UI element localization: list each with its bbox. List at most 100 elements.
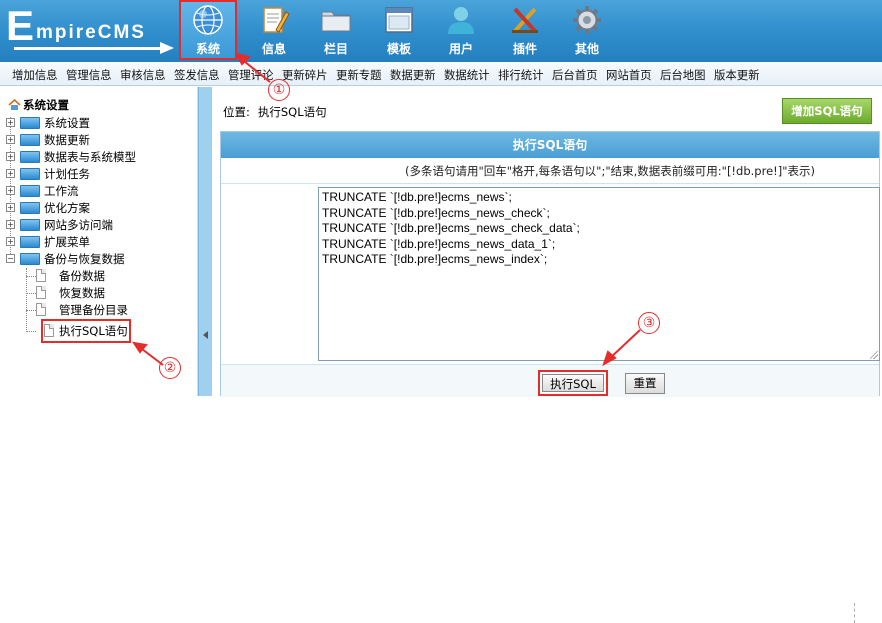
run-sql-button[interactable]: 执行SQL [538, 370, 608, 396]
sidebar-folder-label: 数据表与系统模型 [44, 150, 136, 164]
nav-label: 其他 [574, 42, 599, 56]
tree-line [26, 293, 36, 294]
document-icon [36, 269, 46, 282]
notepad-pencil-icon [263, 7, 290, 33]
sidebar-folder-label: 优化方案 [44, 201, 90, 215]
expand-icon[interactable]: + [6, 186, 15, 195]
window-template-icon [385, 7, 413, 33]
submenu-bar: 增加信息 管理信息 审核信息 签发信息 管理评论 更新碎片 更新专题 数据更新 … [0, 62, 882, 86]
sidebar-child-label: 恢复数据 [59, 286, 105, 300]
submenu-item[interactable]: 签发信息 [174, 67, 220, 83]
folder-icon [20, 151, 40, 163]
empirecms-logo[interactable]: E mpireCMS [6, 2, 176, 54]
resize-handle-icon[interactable] [870, 351, 878, 359]
submenu-item[interactable]: 网站首页 [606, 67, 652, 83]
submenu-item[interactable]: 后台首页 [552, 67, 598, 83]
submenu-item[interactable]: 数据统计 [444, 67, 490, 83]
step-marker-2: ② [159, 357, 181, 379]
nav-label: 栏目 [323, 42, 348, 56]
tree-line [26, 331, 36, 332]
expand-icon[interactable]: + [6, 118, 15, 127]
folder-icon [321, 11, 351, 32]
nav-label: 插件 [512, 42, 537, 56]
sql-line: TRUNCATE `[!db.pre!]ecms_news_check`; [322, 205, 550, 220]
expand-icon[interactable]: + [6, 135, 15, 144]
sidebar-folder-label: 数据更新 [44, 133, 90, 147]
sidebar-folder-label: 网站多访问端 [44, 218, 113, 232]
gear-icon [573, 6, 601, 34]
sidebar-folder-label: 备份与恢复数据 [44, 252, 125, 266]
folder-icon [20, 117, 40, 129]
submenu-item[interactable]: 更新专题 [336, 67, 382, 83]
submenu-item[interactable]: 数据更新 [390, 67, 436, 83]
step-marker-1: ① [268, 79, 290, 101]
submenu-item[interactable]: 更新碎片 [282, 67, 328, 83]
add-sql-button[interactable]: 增加SQL语句 [782, 98, 872, 124]
top-header: E mpireCMS 系统 信息 栏目 模板 用户 插件 其他 [0, 0, 882, 62]
sql-line: TRUNCATE `[!db.pre!]ecms_news`; [322, 190, 512, 204]
sql-line: TRUNCATE `[!db.pre!]ecms_news_index`; [322, 252, 548, 266]
folder-icon [20, 168, 40, 180]
submenu-item[interactable]: 版本更新 [714, 67, 760, 83]
logo-arrow-head [160, 42, 174, 54]
tree-line [26, 310, 36, 311]
step-marker-3: ③ [638, 312, 660, 334]
sidebar-folder-label: 工作流 [44, 184, 79, 198]
folder-icon [20, 134, 40, 146]
nav-template[interactable]: 模板 [370, 0, 428, 60]
folder-icon [20, 236, 40, 248]
folder-icon [20, 219, 40, 231]
tools-icon [512, 7, 538, 33]
submenu-item[interactable]: 排行统计 [498, 67, 544, 83]
sql-textarea[interactable]: TRUNCATE `[!db.pre!]ecms_news`; TRUNCATE … [318, 187, 880, 361]
logo-letter: E [6, 2, 35, 49]
document-icon [36, 303, 46, 316]
panel-note: (多条语句请用"回车"格开,每条语句以";"结束,数据表前缀可用:"[!db.p… [221, 158, 879, 184]
nav-user[interactable]: 用户 [432, 0, 490, 60]
folder-icon [20, 202, 40, 214]
submenu-item[interactable]: 审核信息 [120, 67, 166, 83]
sidebar-child-label: 备份数据 [59, 269, 105, 283]
panel-title: 执行SQL语句 [221, 132, 879, 158]
sidebar-root[interactable]: 系统设置 [8, 97, 69, 113]
panel-footer: 执行SQL 重置 [221, 364, 879, 623]
submenu-item[interactable]: 增加信息 [12, 67, 58, 83]
tree-line [26, 276, 36, 277]
submenu-item[interactable]: 管理信息 [66, 67, 112, 83]
panel-body: TRUNCATE `[!db.pre!]ecms_news`; TRUNCATE … [221, 184, 880, 364]
expand-icon[interactable]: + [6, 169, 15, 178]
breadcrumb: 位置: 执行SQL语句 [223, 104, 327, 120]
expand-icon[interactable]: + [6, 152, 15, 161]
sidebar-child-label: 管理备份目录 [59, 303, 128, 317]
nav-column[interactable]: 栏目 [307, 0, 365, 60]
nav-label: 信息 [261, 42, 286, 56]
sql-line: TRUNCATE `[!db.pre!]ecms_news_check_data… [322, 221, 580, 235]
divider [854, 603, 862, 623]
document-icon [36, 286, 46, 299]
submenu-item[interactable]: 管理评论 [228, 67, 274, 83]
collapse-arrow-icon[interactable] [203, 331, 208, 339]
nav-label: 系统 [195, 42, 220, 56]
user-icon [448, 7, 474, 34]
nav-info[interactable]: 信息 [245, 0, 303, 60]
expand-icon[interactable]: + [6, 203, 15, 212]
expand-icon[interactable]: + [6, 237, 15, 246]
nav-system[interactable]: 系统 [179, 0, 237, 60]
breadcrumb-label: 位置: [223, 105, 250, 119]
nav-plugin[interactable]: 插件 [496, 0, 554, 60]
submenu-item[interactable]: 后台地图 [660, 67, 706, 83]
folder-open-icon [20, 253, 40, 265]
sql-panel: 执行SQL语句 (多条语句请用"回车"格开,每条语句以";"结束,数据表前缀可用… [220, 131, 880, 623]
sidebar-folder-label: 计划任务 [44, 167, 90, 181]
reset-button[interactable]: 重置 [625, 373, 665, 394]
logo-text: mpireCMS [36, 22, 146, 43]
nav-label: 用户 [448, 42, 473, 56]
collapse-icon[interactable]: − [6, 254, 15, 263]
expand-icon[interactable]: + [6, 220, 15, 229]
nav-other[interactable]: 其他 [558, 0, 616, 60]
sidebar-splitter[interactable] [198, 87, 212, 396]
breadcrumb-current[interactable]: 执行SQL语句 [258, 105, 327, 119]
sidebar-tree: 系统设置 + 系统设置 + 数据更新 + 数据表与系统模型 + 计划任务 + 工… [0, 87, 198, 396]
highlight-box [41, 319, 131, 343]
logo-arrow-line [14, 47, 162, 50]
